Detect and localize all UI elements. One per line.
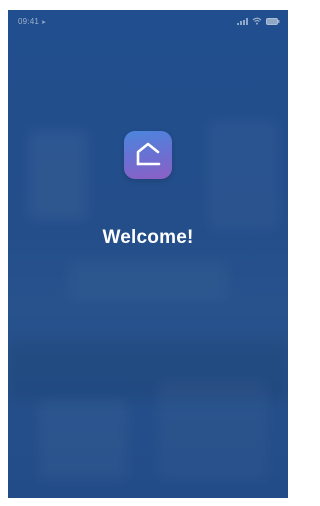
background-blur-shape (68, 260, 228, 300)
status-time-group: 09:41 ➤ (18, 17, 46, 26)
status-time: 09:41 (18, 17, 40, 26)
cellular-signal-icon (237, 17, 248, 25)
device-frame: 09:41 ➤ Welcome! (0, 0, 296, 506)
background-blur-shape (208, 120, 278, 230)
background-blur-shape (158, 380, 268, 480)
home-icon (136, 142, 161, 166)
status-bar: 09:41 ➤ (8, 10, 288, 32)
wifi-icon (252, 17, 262, 25)
location-arrow-icon: ➤ (41, 20, 47, 26)
welcome-title: Welcome! (102, 227, 194, 248)
battery-icon (266, 17, 280, 25)
background-blur-shape (38, 400, 128, 480)
status-icons (237, 17, 280, 25)
splash-screen: 09:41 ➤ Welcome! (8, 10, 288, 498)
background-blur-shape (28, 130, 88, 220)
app-icon (124, 131, 172, 179)
